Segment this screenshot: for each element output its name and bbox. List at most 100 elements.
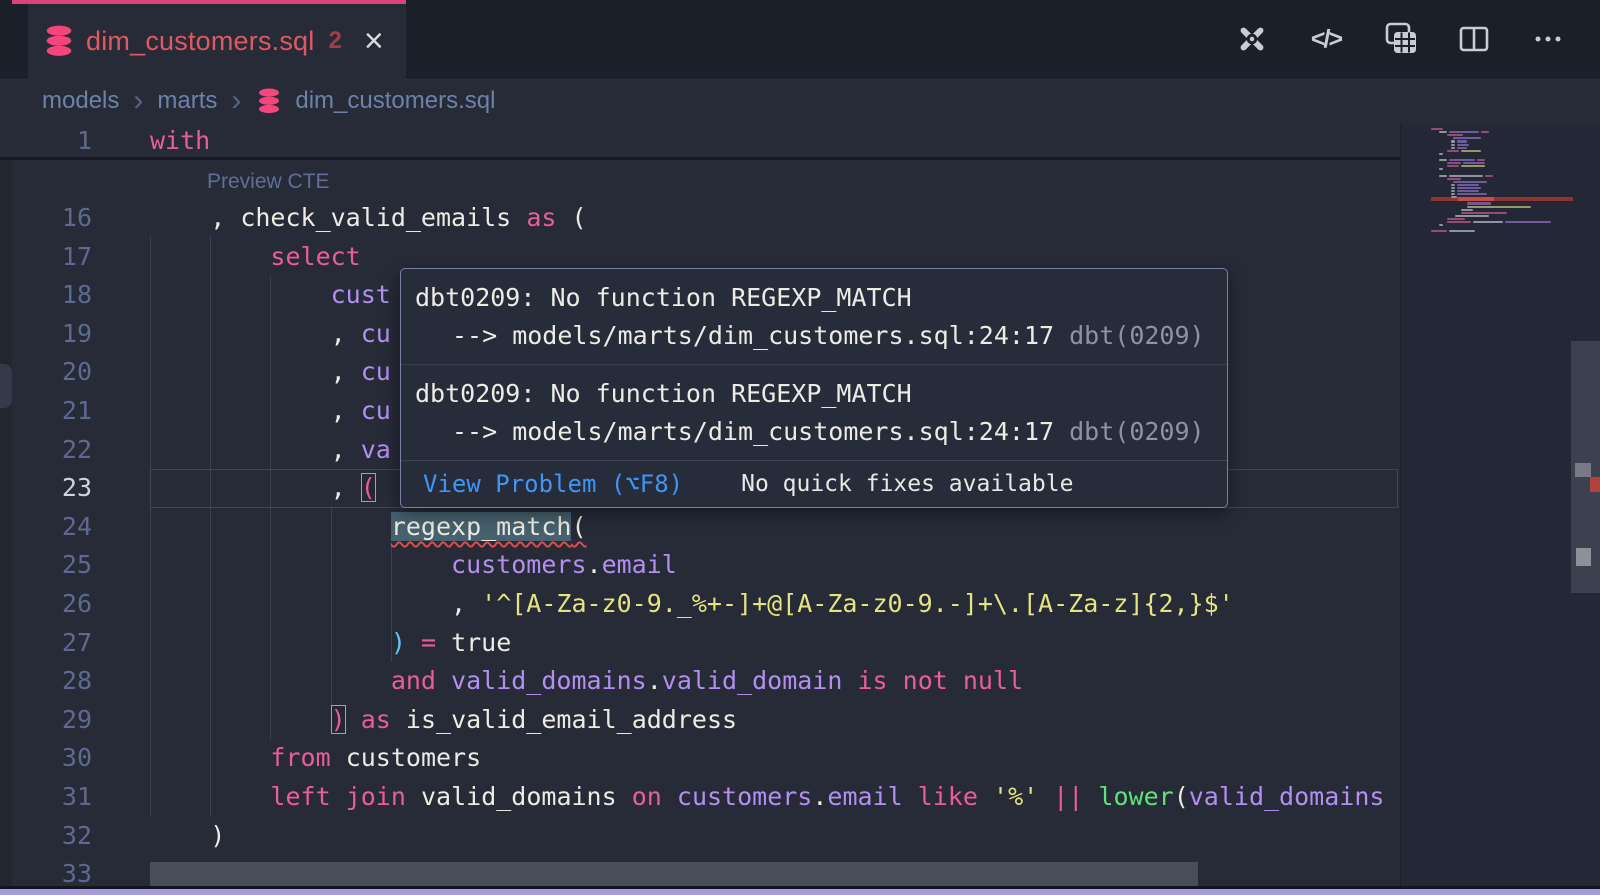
diagnostic-message: dbt0209: No function REGEXP_MATCH --> mo…	[401, 364, 1227, 460]
minimap-line	[1439, 168, 1443, 170]
code-text: left join valid_domains on customers.ema…	[92, 778, 1384, 817]
minimap-line	[1451, 190, 1455, 192]
code-text: select	[92, 238, 361, 277]
minimap-line	[1439, 159, 1447, 161]
minimap-line	[1447, 134, 1463, 136]
overview-mark	[1575, 463, 1591, 477]
minimap-line	[1467, 202, 1491, 204]
minimap-line	[1439, 224, 1443, 226]
minimap-line	[1451, 184, 1455, 186]
view-problem-link[interactable]: View Problem (⌥F8)	[423, 470, 683, 498]
minimap-line	[1481, 131, 1489, 133]
line-number: 31	[0, 778, 92, 817]
horizontal-scrollbar[interactable]	[150, 862, 1198, 888]
minimap-line	[1449, 131, 1479, 133]
diagnostic-message: dbt0209: No function REGEXP_MATCH --> mo…	[401, 269, 1227, 364]
code-text: , '^[A-Za-z0-9._%+-]+@[A-Za-z0-9.-]+\.[A…	[92, 585, 1234, 624]
minimap-line	[1447, 178, 1461, 180]
code-line-25[interactable]: 25 customers.email	[0, 546, 1400, 585]
minimap-line	[1457, 147, 1467, 149]
code-text: ) = true	[92, 624, 511, 663]
sticky-code: with	[92, 122, 210, 157]
more-actions-icon[interactable]	[1526, 17, 1570, 61]
window-bottom-border	[0, 889, 1600, 895]
line-number: 25	[0, 546, 92, 585]
split-editor-icon[interactable]	[1452, 17, 1496, 61]
chevron-right-icon: ›	[131, 89, 145, 113]
code-text: ) as is_valid_email_address	[92, 701, 737, 740]
diagnostic-source: dbt(0209)	[1069, 417, 1204, 446]
line-number: 19	[0, 315, 92, 354]
dbt-icon[interactable]	[1230, 17, 1274, 61]
code-line-30[interactable]: 30 from customers	[0, 739, 1400, 778]
minimap-line	[1439, 131, 1447, 133]
minimap-line	[1449, 230, 1475, 232]
minimap-line	[1453, 137, 1481, 139]
breadcrumb-file[interactable]: dim_customers.sql	[295, 87, 495, 115]
code-text: , (	[92, 469, 376, 508]
preview-table-icon[interactable]	[1378, 17, 1422, 61]
minimap-line	[1447, 218, 1465, 220]
code-text: , cu	[92, 353, 391, 392]
tab-dim-customers[interactable]: dim_customers.sql 2 ×	[28, 4, 406, 78]
minimap-line	[1461, 209, 1473, 211]
code-line-29[interactable]: 29 ) as is_valid_email_address	[0, 701, 1400, 740]
code-text: and valid_domains.valid_domain is not nu…	[92, 662, 1023, 701]
code-editor[interactable]: 1 with Preview CTE 16 , check_valid_emai…	[0, 124, 1600, 895]
minimap-line	[1447, 165, 1459, 167]
minimap-line	[1451, 193, 1455, 195]
minimap-line	[1461, 150, 1481, 152]
breadcrumb-models[interactable]: models	[42, 87, 119, 115]
code-line-32[interactable]: 32 )	[0, 817, 1400, 856]
editor-window: dim_customers.sql 2 × </>	[0, 0, 1600, 895]
diagnostic-hover: dbt0209: No function REGEXP_MATCH --> mo…	[400, 268, 1228, 508]
code-line-26[interactable]: 26 , '^[A-Za-z0-9._%+-]+@[A-Za-z0-9.-]+\…	[0, 585, 1400, 624]
minimap-line	[1457, 193, 1487, 195]
minimap[interactable]	[1400, 124, 1600, 895]
minimap-line	[1461, 165, 1485, 167]
line-number: 28	[0, 662, 92, 701]
breadcrumb-marts[interactable]: marts	[157, 87, 217, 115]
code-text: from customers	[92, 739, 481, 778]
minimap-line	[1451, 144, 1455, 146]
breadcrumb: models › marts › dim_customers.sql	[42, 78, 495, 124]
minimap-line	[1477, 159, 1485, 161]
minimap-line	[1457, 144, 1469, 146]
minimap-line	[1451, 140, 1455, 142]
tab-bar: dim_customers.sql 2 × </>	[0, 0, 1600, 78]
code-icon[interactable]: </>	[1304, 17, 1348, 61]
line-number: 17	[0, 238, 92, 277]
minimap-line	[1485, 175, 1493, 177]
line-number: 29	[0, 701, 92, 740]
code-line-28[interactable]: 28 and valid_domains.valid_domain is not…	[0, 662, 1400, 701]
minimap-line	[1463, 162, 1485, 164]
code-line-31[interactable]: 31 left join valid_domains on customers.…	[0, 778, 1400, 817]
line-number: 16	[0, 199, 92, 238]
minimap-line	[1505, 221, 1551, 223]
code-line-16[interactable]: 16 , check_valid_emails as (	[0, 199, 1400, 238]
code-line-24[interactable]: 24 regexp_match(	[0, 508, 1400, 547]
minimap-line	[1455, 215, 1489, 217]
line-number: 32	[0, 817, 92, 856]
minimap-line	[1447, 221, 1471, 223]
code-text: )	[92, 817, 225, 856]
minimap-line	[1467, 206, 1531, 208]
sticky-scroll-line[interactable]: 1 with	[0, 122, 1400, 160]
editor-actions: </>	[1230, 0, 1570, 78]
minimap-line	[1449, 159, 1475, 161]
minimap-line	[1449, 175, 1483, 177]
chevron-right-icon: ›	[229, 89, 243, 113]
overview-error-mark	[1590, 477, 1600, 492]
minimap-line	[1457, 140, 1467, 142]
code-lens-preview-cte[interactable]: Preview CTE	[207, 170, 330, 194]
line-number: 30	[0, 739, 92, 778]
line-number: 20	[0, 353, 92, 392]
minimap-line	[1439, 153, 1443, 155]
line-number: 24	[0, 508, 92, 547]
code-text: customers.email	[92, 546, 677, 585]
close-icon[interactable]: ×	[364, 26, 384, 56]
code-line-27[interactable]: 27 ) = true	[0, 624, 1400, 663]
minimap-error-highlight	[1458, 197, 1494, 201]
hover-actions: View Problem (⌥F8) No quick fixes availa…	[401, 460, 1227, 507]
minimap-line	[1461, 212, 1507, 214]
